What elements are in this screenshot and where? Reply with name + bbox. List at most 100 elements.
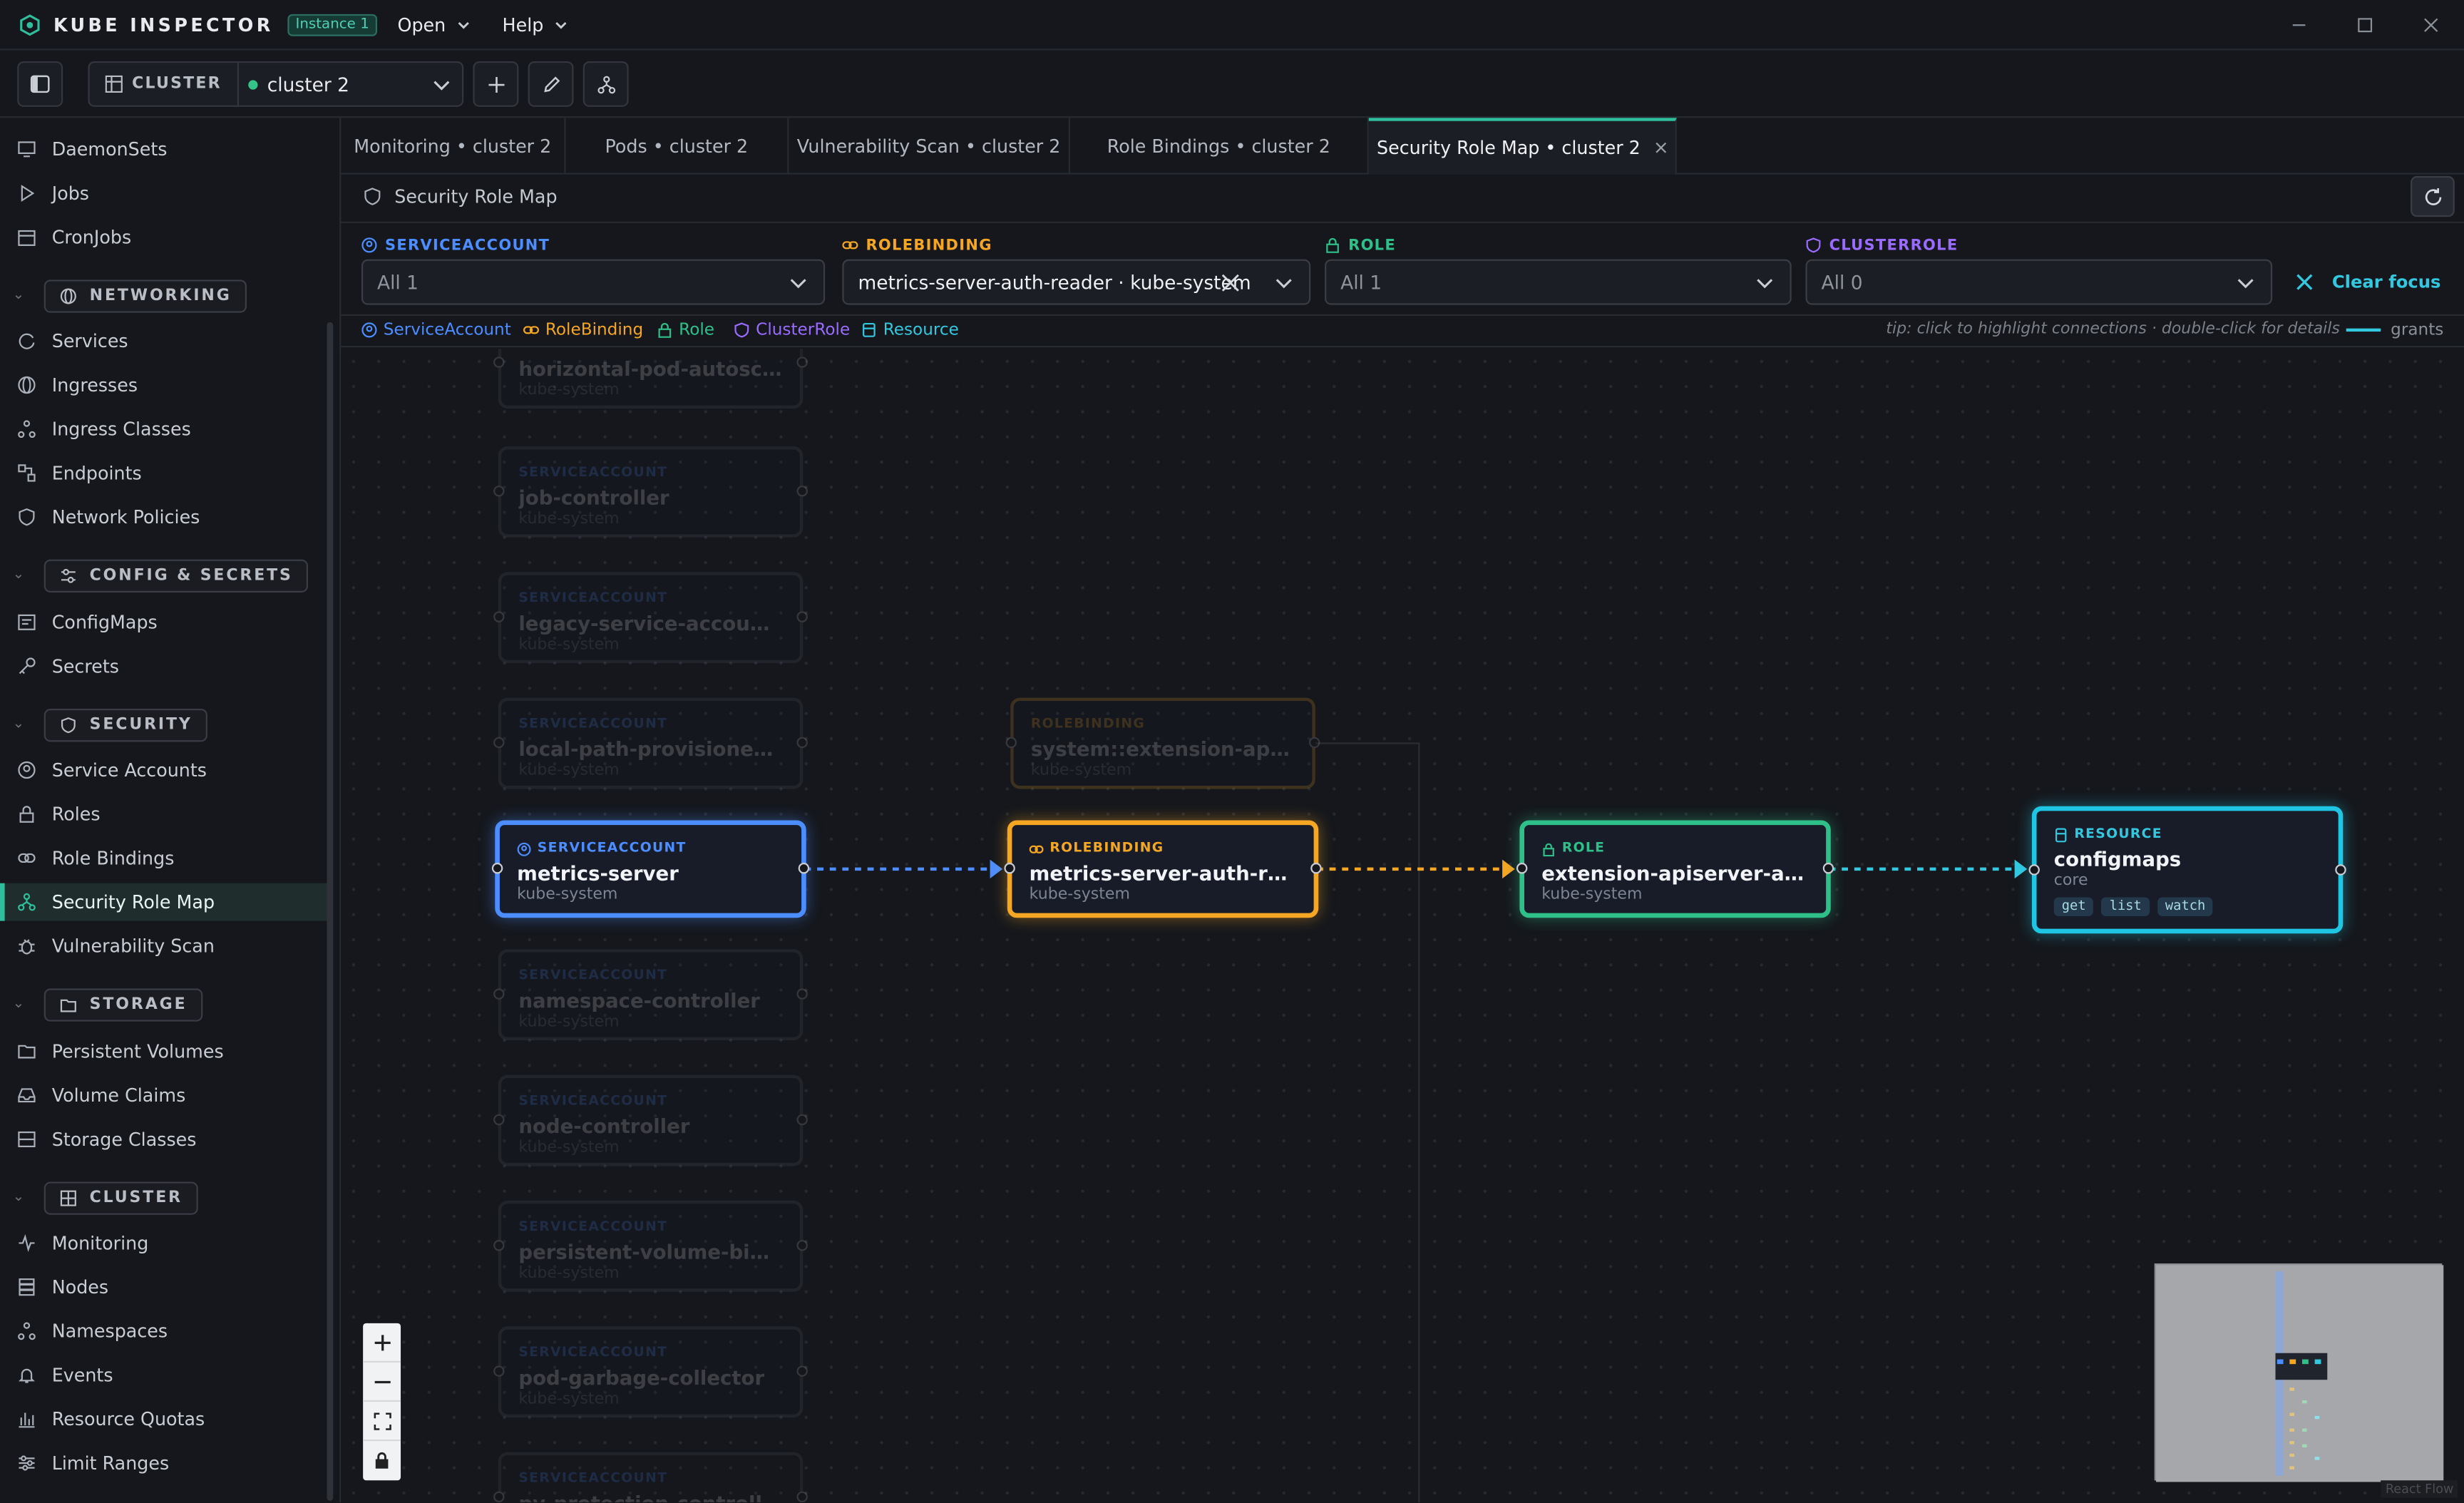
tab-pods[interactable]: Pods • cluster 2 <box>565 118 789 175</box>
sidebar-item-storage-classes[interactable]: Storage Classes <box>0 1121 330 1159</box>
edit-cluster-button[interactable] <box>528 61 574 107</box>
sidebar-item-network-policies[interactable]: Network Policies <box>0 498 330 536</box>
fit-view-button[interactable] <box>363 1402 401 1442</box>
minimize-button[interactable] <box>2266 0 2332 51</box>
sidebar-item-ingresses[interactable]: Ingresses <box>0 366 330 404</box>
node-handle <box>796 486 808 497</box>
node-serviceaccount-job-controller[interactable]: SERVICEACCOUNT job-controller kube-system <box>493 446 808 538</box>
node-serviceaccount-metrics-server[interactable]: SERVICEACCOUNT metrics-server kube-syste… <box>491 820 810 918</box>
sidebar-item-events[interactable]: Events <box>0 1356 330 1394</box>
sidebar-item-services[interactable]: Services <box>0 322 330 360</box>
refresh-icon <box>2424 187 2441 205</box>
clear-focus-button[interactable]: Clear focus <box>2296 272 2440 292</box>
chevron-down-icon: ⌄ <box>12 996 25 1012</box>
role-select[interactable]: All 1 <box>1325 259 1792 305</box>
legend-label: ServiceAccount <box>383 320 511 340</box>
sidebar-item-cronjobs[interactable]: CronJobs <box>0 218 330 256</box>
view-header: Security Role Map <box>341 175 2464 222</box>
maximize-button[interactable] <box>2332 0 2398 51</box>
node-serviceaccount-legacy-service-account[interactable]: SERVICEACCOUNT legacy-service-account-to.… <box>493 572 808 664</box>
close-window-button[interactable] <box>2398 0 2464 51</box>
close-tab-icon[interactable] <box>1655 141 1668 154</box>
sidebar-item-namespaces[interactable]: Namespaces <box>0 1312 330 1350</box>
node-handle <box>798 863 810 874</box>
zoom-out-button[interactable] <box>363 1363 401 1402</box>
sidebar-item-secrets[interactable]: Secrets <box>0 647 330 685</box>
network-icon <box>16 418 38 440</box>
topology-button[interactable] <box>582 61 629 107</box>
sidebar-item-service-accounts[interactable]: Service Accounts <box>0 752 330 789</box>
section-pill: CONFIG & SECRETS <box>43 558 309 592</box>
toggle-sidebar-button[interactable] <box>17 61 63 107</box>
app-name: KUBE INSPECTOR <box>53 13 274 36</box>
add-cluster-button[interactable] <box>473 61 519 107</box>
node-resource-configmaps[interactable]: RESOURCE configmaps core get list watch <box>2028 806 2346 934</box>
clusterrole-select[interactable]: All 0 <box>1805 259 2273 305</box>
sidebar-item-daemonsets[interactable]: DaemonSets <box>0 130 330 168</box>
sidebar-item-label: ConfigMaps <box>51 611 158 634</box>
node-handle <box>2335 863 2346 875</box>
filter-label-text: ROLEBINDING <box>866 236 992 254</box>
section-pill: STORAGE <box>43 988 203 1021</box>
node-namespace: kube-system <box>518 1390 620 1408</box>
sidebar-item-configmaps[interactable]: ConfigMaps <box>0 603 330 641</box>
sidebar-item-limit-ranges[interactable]: Limit Ranges <box>0 1445 330 1482</box>
node-serviceaccount-horizontal-pod-autoscaler[interactable]: SERVICEACCOUNT horizontal-pod-autoscalerk… <box>493 349 808 409</box>
user-circle-icon <box>517 841 531 856</box>
sidebar-item-role-bindings[interactable]: Role Bindings <box>0 839 330 877</box>
sidebar-item-vulnerability-scan[interactable]: Vulnerability Scan <box>0 927 330 965</box>
node-serviceaccount-node-controller[interactable]: SERVICEACCOUNT node-controller kube-system <box>493 1074 808 1166</box>
node-serviceaccount-persistent-volume-binder[interactable]: SERVICEACCOUNT persistent-volume-binder ku… <box>493 1200 808 1292</box>
section-config-secrets[interactable]: ⌄ CONFIG & SECRETS <box>13 558 309 592</box>
sidebar-item-persistent-volumes[interactable]: Persistent Volumes <box>0 1032 330 1070</box>
filter-label: CLUSTERROLE <box>1806 236 2273 255</box>
section-storage[interactable]: ⌄ STORAGE <box>13 987 203 1021</box>
section-title: STORAGE <box>89 995 188 1013</box>
node-kind: ROLEBINDING <box>1029 841 1297 856</box>
node-serviceaccount-pod-garbage-collector[interactable]: SERVICEACCOUNT pod-garbage-collector kube-… <box>493 1326 808 1418</box>
bug-icon <box>16 935 38 957</box>
sidebar-item-roles[interactable]: Roles <box>0 795 330 833</box>
tab-monitoring[interactable]: Monitoring • cluster 2 <box>341 118 566 175</box>
graph-canvas[interactable]: SERVICEACCOUNThorizontal-pod-autoscalerk… <box>341 349 2464 1503</box>
node-serviceaccount-namespace-controller[interactable]: SERVICEACCOUNT namespace-controller kube-s… <box>493 949 808 1041</box>
status-dot <box>248 79 258 89</box>
tab-vulnerability-scan[interactable]: Vulnerability Scan • cluster 2 <box>789 118 1070 175</box>
rolebinding-select[interactable]: metrics-server-auth-reader · kube-system <box>842 259 1311 305</box>
sidebar-item-security-role-map[interactable]: Security Role Map <box>0 883 330 921</box>
serviceaccount-select[interactable]: All 1 <box>361 259 826 305</box>
menu-help-label: Help <box>502 13 544 36</box>
node-serviceaccount-local-path-provisioner[interactable]: SERVICEACCOUNT local-path-provisioner-ser… <box>493 697 808 789</box>
menu-help[interactable]: Help <box>503 14 569 36</box>
tab-label: Monitoring • cluster 2 <box>354 135 552 158</box>
sidebar-item-ingress-classes[interactable]: Ingress Classes <box>0 410 330 448</box>
sidebar-item-volume-claims[interactable]: Volume Claims <box>0 1077 330 1114</box>
minimap[interactable] <box>2154 1263 2444 1482</box>
tab-role-bindings[interactable]: Role Bindings • cluster 2 <box>1070 118 1369 175</box>
sidebar-item-endpoints[interactable]: Endpoints <box>0 454 330 492</box>
menu-open[interactable]: Open <box>397 14 471 36</box>
zoom-in-button[interactable] <box>363 1323 401 1363</box>
react-flow-attribution[interactable]: React Flow <box>2381 1480 2459 1498</box>
chevron-down-icon: ⌄ <box>12 567 25 583</box>
node-rolebinding-system-extension-apiserver[interactable]: ROLEBINDINGsystem::extension-apiserv...k… <box>1005 697 1320 789</box>
node-role-extension-apiserver-authentication[interactable]: ROLE extension-apiserver-authe... kube-s… <box>1516 820 1834 918</box>
lock-view-button[interactable] <box>363 1441 401 1480</box>
refresh-button[interactable] <box>2411 175 2455 217</box>
node-namespace: kube-system <box>518 511 620 528</box>
section-networking[interactable]: ⌄ NETWORKING <box>13 278 247 312</box>
sidebar-scrollbar[interactable] <box>327 322 334 1501</box>
sidebar-item-nodes[interactable]: Nodes <box>0 1268 330 1306</box>
fit-view-icon <box>373 1412 391 1430</box>
tab-security-role-map[interactable]: Security Role Map • cluster 2 <box>1368 118 1677 175</box>
cluster-selector[interactable]: CLUSTER cluster 2 <box>88 61 464 107</box>
section-security[interactable]: ⌄ SECURITY <box>13 707 208 742</box>
folder-icon <box>60 998 76 1012</box>
section-cluster[interactable]: ⌄ CLUSTER <box>13 1180 199 1214</box>
clear-selection-icon[interactable] <box>1221 274 1240 292</box>
sidebar-item-monitoring[interactable]: Monitoring <box>0 1224 330 1262</box>
node-serviceaccount-pv-protection-controller[interactable]: SERVICEACCOUNTpv-protection-controllerku… <box>493 1452 808 1503</box>
node-rolebinding-metrics-server-auth-reader[interactable]: ROLEBINDING metrics-server-auth-reader k… <box>1004 820 1322 918</box>
sidebar-item-resource-quotas[interactable]: Resource Quotas <box>0 1400 330 1438</box>
sidebar-item-jobs[interactable]: Jobs <box>0 175 330 212</box>
